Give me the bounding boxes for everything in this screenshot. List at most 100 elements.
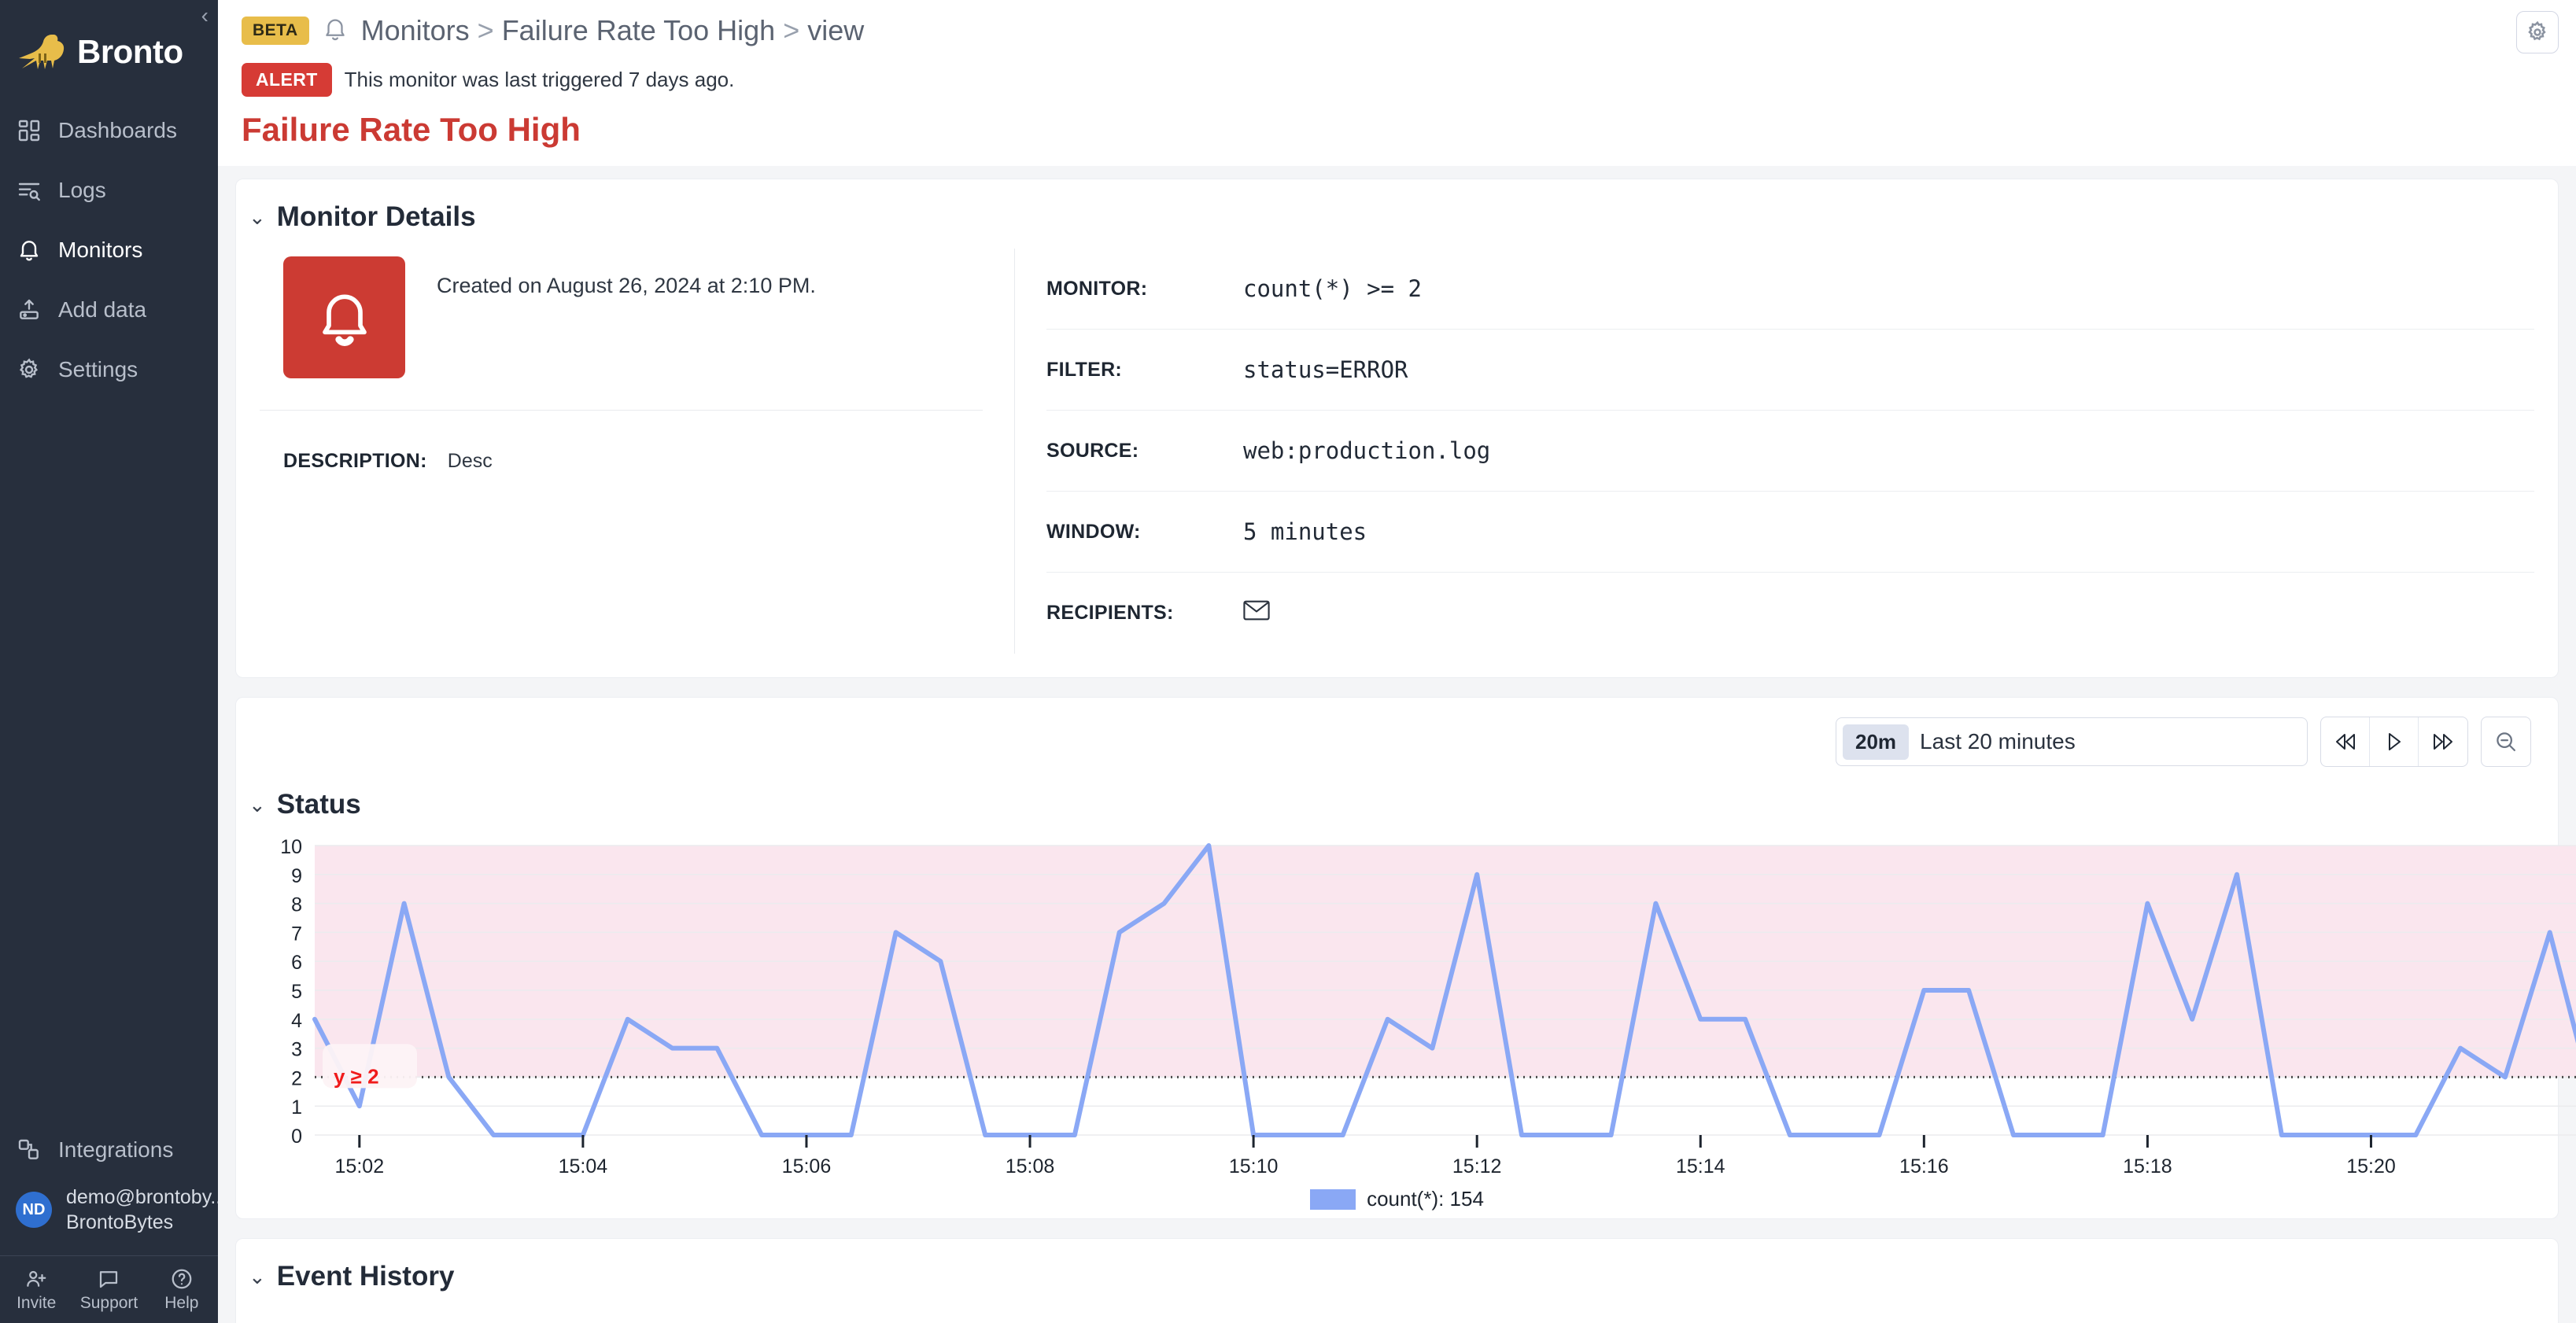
beta-badge: BETA: [242, 17, 309, 45]
log-search-icon: [16, 177, 42, 204]
play-button[interactable]: [2370, 717, 2419, 766]
y-axis-tick-label: 2: [291, 1067, 302, 1089]
rewind-icon: [2335, 734, 2355, 750]
x-axis-tick-label: 15:18: [2123, 1155, 2172, 1177]
field-label: MONITOR:: [1046, 277, 1148, 300]
field-label: SOURCE:: [1046, 439, 1139, 462]
status-badge: ALERT: [242, 63, 332, 97]
sidebar-nav: Dashboards Logs Monitors Add data Settin…: [0, 101, 218, 400]
support-button[interactable]: Support: [72, 1256, 145, 1323]
help-label: Help: [164, 1293, 199, 1312]
sidebar-item-logs[interactable]: Logs: [0, 160, 218, 220]
user-info: demo@brontoby... BrontoBytes: [66, 1185, 227, 1235]
x-axis-tick-label: 15:10: [1229, 1155, 1279, 1177]
invite-button[interactable]: Invite: [0, 1256, 72, 1323]
details-right-column: MONITOR: count(*) >= 2 FILTER: status=ER…: [1015, 249, 2534, 654]
help-button[interactable]: Help: [146, 1256, 218, 1323]
grid-icon: [16, 117, 42, 144]
time-range-toolbar: 20m Last 20 minutes: [236, 698, 2558, 767]
user-email: demo@brontoby...: [66, 1186, 227, 1208]
brand-logo[interactable]: Bronto: [0, 0, 218, 87]
brontosaurus-logo-icon: [19, 35, 65, 69]
sidebar-item-dashboards[interactable]: Dashboards: [0, 101, 218, 160]
chevron-down-icon[interactable]: ⌄: [249, 1266, 266, 1287]
details-summary: Created on August 26, 2024 at 2:10 PM.: [260, 249, 983, 411]
field-monitor: MONITOR: count(*) >= 2: [1046, 249, 2534, 330]
zoom-out-button[interactable]: [2482, 717, 2530, 766]
sidebar-footer: Invite Support Help: [0, 1255, 218, 1323]
field-value: count(*) >= 2: [1243, 275, 1422, 302]
sidebar-item-add-data[interactable]: Add data: [0, 280, 218, 340]
chevron-down-icon[interactable]: ⌄: [249, 207, 266, 227]
sidebar-collapse-icon[interactable]: ‹: [201, 5, 209, 27]
avatar: ND: [16, 1192, 52, 1228]
gear-icon: [16, 356, 42, 383]
field-label: FILTER:: [1046, 358, 1123, 381]
chevron-down-icon[interactable]: ⌄: [249, 794, 266, 815]
zoom-out-group: [2481, 717, 2531, 767]
x-axis-tick-label: 15:02: [335, 1155, 385, 1177]
sidebar-item-label: Add data: [58, 297, 147, 322]
sidebar: ‹ Bronto Dashboards Logs Monitors Add da…: [0, 0, 227, 1323]
status-chart[interactable]: 0 1 2 3 4 5 6 7 8 9 10 y ≥ 2 15:02 15:04 15:06 15:08 15:…: [236, 835, 2576, 1211]
user-org: BrontoBytes: [66, 1211, 174, 1233]
time-range-input[interactable]: 20m Last 20 minutes: [1836, 717, 2308, 766]
field-value: 5 minutes: [1243, 518, 1367, 545]
y-axis-tick-label: 1: [291, 1096, 302, 1118]
legend-label: count(*): 154: [1367, 1187, 1484, 1211]
legend-swatch: [1310, 1188, 1356, 1210]
sidebar-item-integrations[interactable]: Integrations: [0, 1120, 218, 1180]
field-source: SOURCE: web:production.log: [1046, 411, 2534, 492]
content-area: ⌄ Monitor Details Created on August 26, …: [218, 166, 2576, 1323]
brand-name: Bronto: [77, 33, 183, 70]
page-title: Failure Rate Too High: [242, 111, 581, 148]
play-icon: [2388, 733, 2401, 750]
support-label: Support: [79, 1293, 138, 1312]
x-axis-tick-label: 15:16: [1899, 1155, 1949, 1177]
field-value: web:production.log: [1243, 437, 1491, 464]
event-history-card: ⌄ Event History: [235, 1238, 2559, 1323]
breadcrumb-item-view[interactable]: view: [807, 14, 864, 47]
chat-icon: [100, 1270, 118, 1288]
breadcrumb-separator: >: [477, 14, 494, 46]
breadcrumb-item-monitors[interactable]: Monitors: [361, 14, 470, 47]
breadcrumb-list: Monitors > Failure Rate Too High > view: [361, 14, 865, 47]
y-axis-tick-label: 10: [280, 836, 302, 858]
x-axis-tick-label: 15:04: [559, 1155, 608, 1177]
fast-forward-button[interactable]: [2419, 717, 2467, 766]
sidebar-item-monitors[interactable]: Monitors: [0, 220, 218, 280]
monitor-details-header[interactable]: ⌄ Monitor Details: [236, 179, 2558, 233]
field-recipients: RECIPIENTS:: [1046, 573, 2534, 654]
field-filter: FILTER: status=ERROR: [1046, 330, 2534, 411]
upload-icon: [16, 297, 42, 323]
bell-icon: [16, 237, 42, 263]
details-left-column: Created on August 26, 2024 at 2:10 PM. D…: [260, 249, 1015, 654]
breadcrumb-separator: >: [783, 14, 800, 46]
monitor-bell-tile: [283, 256, 405, 378]
sidebar-item-label: Integrations: [58, 1137, 174, 1162]
settings-gear-button[interactable]: [2516, 11, 2559, 53]
main-area: BETA Monitors > Failure Rate Too High > …: [218, 0, 2576, 1323]
field-value: status=ERROR: [1243, 356, 1408, 383]
y-axis-tick-label: 4: [291, 1010, 302, 1032]
invite-label: Invite: [17, 1293, 57, 1312]
time-range-chip: 20m: [1843, 724, 1910, 760]
breadcrumb-item-monitor-name[interactable]: Failure Rate Too High: [502, 14, 776, 47]
event-history-header[interactable]: ⌄ Event History: [236, 1239, 2558, 1292]
field-label: RECIPIENTS:: [1046, 602, 1174, 624]
sidebar-item-settings[interactable]: Settings: [0, 340, 218, 400]
description-row: DESCRIPTION: Desc: [260, 411, 983, 473]
x-axis-tick-label: 15:12: [1452, 1155, 1502, 1177]
status-card: 20m Last 20 minutes ⌄ Status 0 1 2 3 4 5…: [235, 697, 2576, 1219]
alert-message: This monitor was last triggered 7 days a…: [344, 68, 735, 91]
status-header[interactable]: ⌄ Status: [236, 767, 2558, 820]
playback-controls: [2320, 717, 2468, 767]
monitor-details-card: ⌄ Monitor Details Created on August 26, …: [235, 179, 2559, 678]
user-account[interactable]: ND demo@brontoby... BrontoBytes: [0, 1180, 227, 1255]
bell-icon: [322, 294, 367, 346]
rewind-button[interactable]: [2321, 717, 2370, 766]
status-line-chart[interactable]: 0 1 2 3 4 5 6 7 8 9 10 y ≥ 2 15:02 15:04 15:06 15:08 15:…: [236, 835, 2576, 1181]
y-axis-tick-label: 7: [291, 923, 302, 945]
user-plus-icon: [27, 1270, 46, 1287]
question-circle-icon: [172, 1269, 192, 1288]
